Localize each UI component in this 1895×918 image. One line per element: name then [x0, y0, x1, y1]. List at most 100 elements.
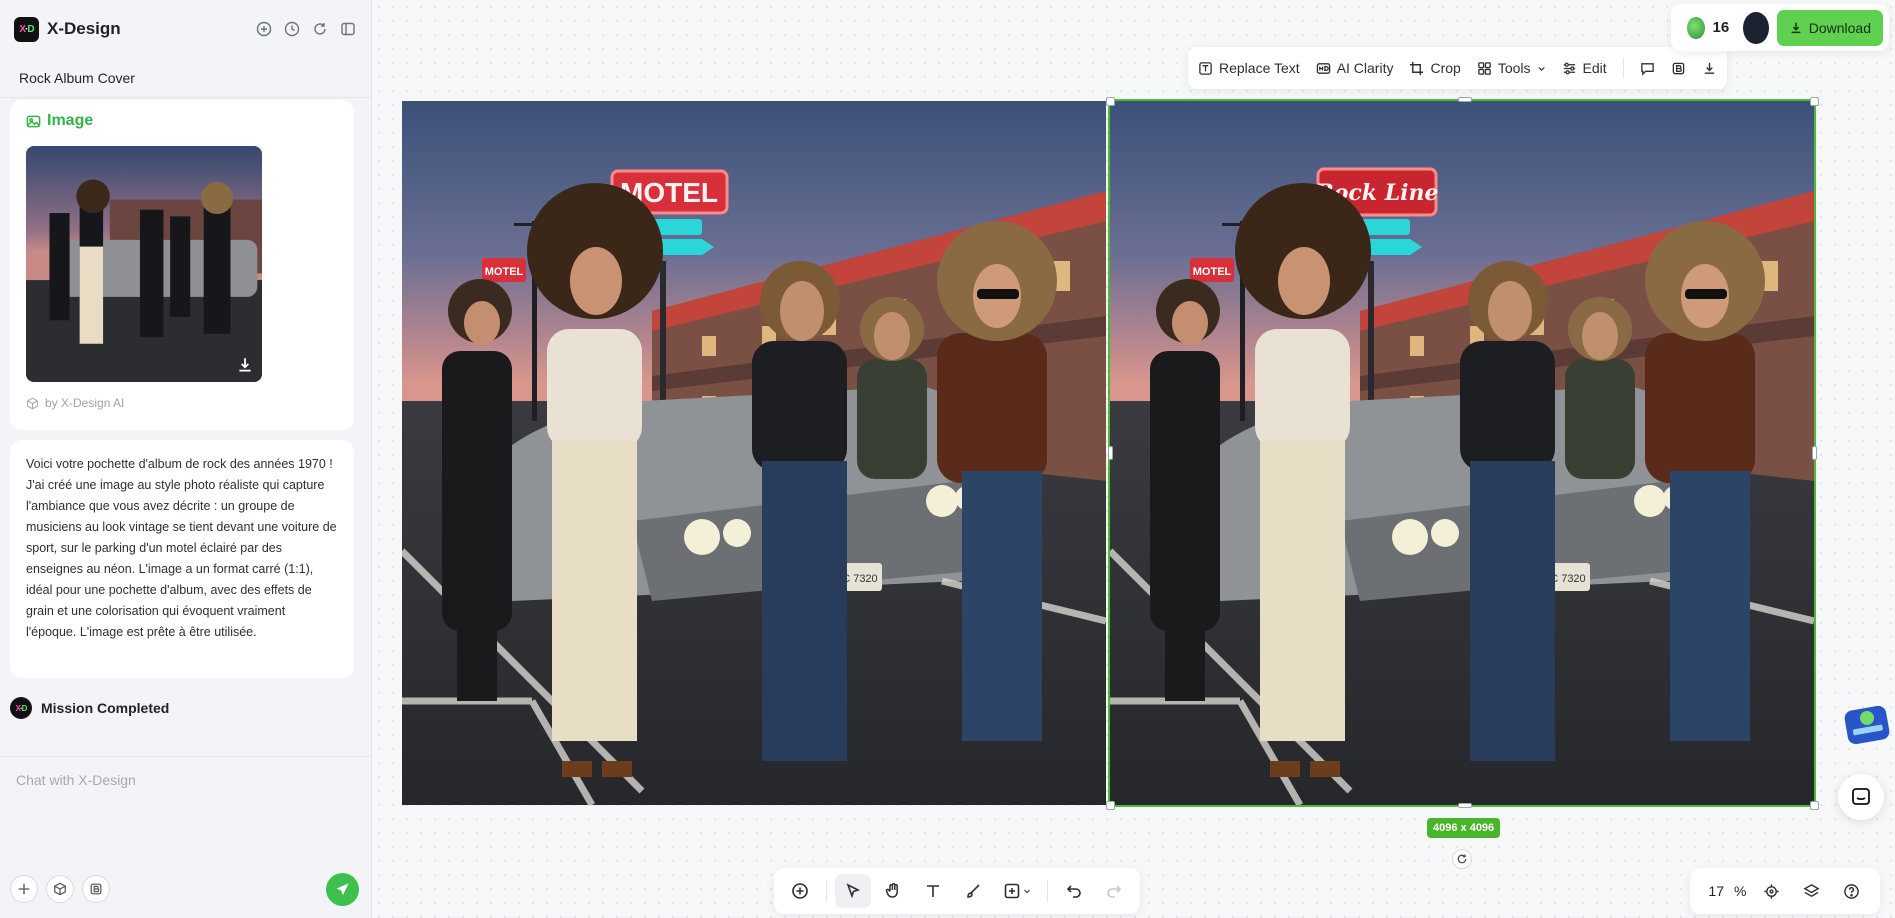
add-attachment-button[interactable]	[10, 875, 38, 903]
app-logo: X · D	[14, 16, 39, 42]
resize-handle-bottom-right[interactable]	[1810, 801, 1819, 810]
redo-button[interactable]	[1096, 874, 1132, 908]
credits-icon	[1687, 16, 1705, 39]
brush-tool-button[interactable]	[955, 874, 991, 908]
sidebar-header: X · D X-Design	[0, 0, 371, 58]
image-thumbnail[interactable]	[26, 146, 262, 382]
small-motel-sign-text: MOTEL	[485, 266, 524, 278]
support-chat-button[interactable]	[1838, 774, 1884, 820]
fit-to-screen-icon[interactable]	[1756, 876, 1786, 906]
promo-sticker-icon[interactable]	[1842, 700, 1892, 750]
cube-icon	[54, 882, 66, 896]
zoom-unit: %	[1734, 883, 1747, 899]
send-button[interactable]	[326, 873, 359, 906]
toolbar-divider	[1047, 880, 1048, 902]
cube-icon	[27, 397, 38, 409]
tools-label: Tools	[1497, 60, 1531, 76]
tools-dropdown[interactable]: Tools	[1477, 60, 1546, 76]
help-icon[interactable]	[1836, 876, 1866, 906]
small-motel-sign-text-edited: MOTEL	[1193, 266, 1232, 278]
zoom-value[interactable]: 17	[1700, 883, 1724, 899]
new-chat-icon[interactable]	[255, 20, 273, 38]
edit-button[interactable]: Edit	[1562, 60, 1607, 76]
image-card-label: Image	[26, 112, 93, 130]
image-icon	[26, 115, 41, 127]
zoom-controls: 17 %	[1690, 868, 1880, 914]
mission-status: X · D Mission Completed	[10, 697, 169, 719]
download-label: Download	[1808, 19, 1871, 36]
model-select-button[interactable]	[46, 875, 74, 903]
download-icon	[1704, 62, 1714, 74]
download-image-button[interactable]	[1702, 61, 1717, 76]
generated-by: by X-Design AI	[26, 396, 124, 410]
hd-icon	[1316, 62, 1330, 74]
assistant-message: Voici votre pochette d'album de rock des…	[10, 440, 354, 678]
ai-clarity-label: AI Clarity	[1336, 60, 1394, 76]
toolbar-divider	[826, 880, 827, 902]
image-card-title: Image	[47, 112, 94, 129]
redo-icon	[1107, 885, 1122, 898]
app-name: X-Design	[47, 19, 121, 38]
resize-handle-top-left[interactable]	[1106, 97, 1115, 106]
canvas-image-edited[interactable]: Rock Line MOTEL NDC 7320	[1108, 99, 1816, 807]
grid-icon	[1478, 61, 1491, 75]
chat-sidebar: X · D X-Design Rock Album Cover Image by…	[0, 0, 372, 918]
image-toolbar: Replace Text AI Clarity Crop Tools Edit	[1188, 47, 1727, 89]
resize-handle-left[interactable]	[1108, 446, 1113, 460]
user-avatar[interactable]	[1743, 11, 1769, 44]
canvas-image-original[interactable]: MOTEL MOTEL NDC 7320	[402, 101, 1106, 805]
undo-icon	[1066, 885, 1081, 898]
cursor-icon	[846, 883, 861, 899]
credits-count: 16	[1712, 19, 1730, 36]
crop-label: Crop	[1430, 60, 1461, 76]
thumbnail-download-icon	[239, 358, 251, 372]
refresh-icon[interactable]	[311, 20, 329, 38]
chat-bubble-icon	[1852, 788, 1870, 805]
account-bar: 16 Download	[1671, 4, 1889, 51]
assistant-avatar: X · D	[10, 697, 32, 719]
sliders-icon	[1563, 62, 1575, 74]
replace-text-button[interactable]: Replace Text	[1198, 60, 1300, 76]
chevron-down-icon	[1537, 66, 1545, 71]
undo-button[interactable]	[1056, 874, 1092, 908]
add-circle-icon	[792, 883, 808, 899]
shape-tool-button[interactable]	[995, 874, 1039, 908]
add-element-button[interactable]	[782, 874, 818, 908]
replace-text-label: Replace Text	[1219, 60, 1300, 76]
send-icon	[336, 883, 349, 896]
layers-icon[interactable]	[1796, 876, 1826, 906]
download-button[interactable]: Download	[1776, 9, 1883, 46]
resize-handle-bottom-left[interactable]	[1106, 801, 1115, 810]
download-icon	[1791, 22, 1801, 33]
byline-text: by X-Design AI	[45, 396, 125, 410]
collapse-sidebar-icon[interactable]	[339, 20, 357, 38]
crop-button[interactable]: Crop	[1409, 60, 1461, 76]
history-icon[interactable]	[283, 20, 301, 38]
chat-input[interactable]	[16, 772, 336, 788]
comment-button[interactable]	[1640, 61, 1655, 76]
shape-add-icon	[1004, 883, 1020, 899]
plus-icon	[18, 883, 30, 895]
toolbar-divider	[1622, 58, 1624, 78]
image-result-card: Image by X-Design AI	[10, 100, 354, 430]
brand-kit-toolbar-button[interactable]	[1671, 61, 1686, 76]
resize-handle-bottom[interactable]	[1458, 803, 1472, 808]
brand-icon	[90, 883, 102, 895]
resize-handle-top[interactable]	[1458, 97, 1472, 102]
brush-icon	[967, 884, 980, 898]
brand-icon	[1672, 62, 1684, 74]
edit-label: Edit	[1582, 60, 1607, 76]
canvas-toolbar	[774, 868, 1140, 914]
text-tool-button[interactable]	[915, 874, 951, 908]
hand-tool-button[interactable]	[875, 874, 911, 908]
replace-text-icon	[1199, 61, 1212, 75]
chevron-down-icon	[1024, 889, 1030, 894]
rotate-handle-icon[interactable]	[1452, 849, 1472, 869]
resize-handle-top-right[interactable]	[1810, 97, 1819, 106]
chat-composer	[0, 756, 371, 918]
brand-kit-button[interactable]	[82, 875, 110, 903]
ai-clarity-button[interactable]: AI Clarity	[1316, 60, 1394, 76]
resize-handle-right[interactable]	[1812, 446, 1817, 460]
text-icon	[927, 885, 939, 897]
select-tool-button[interactable]	[835, 874, 871, 908]
